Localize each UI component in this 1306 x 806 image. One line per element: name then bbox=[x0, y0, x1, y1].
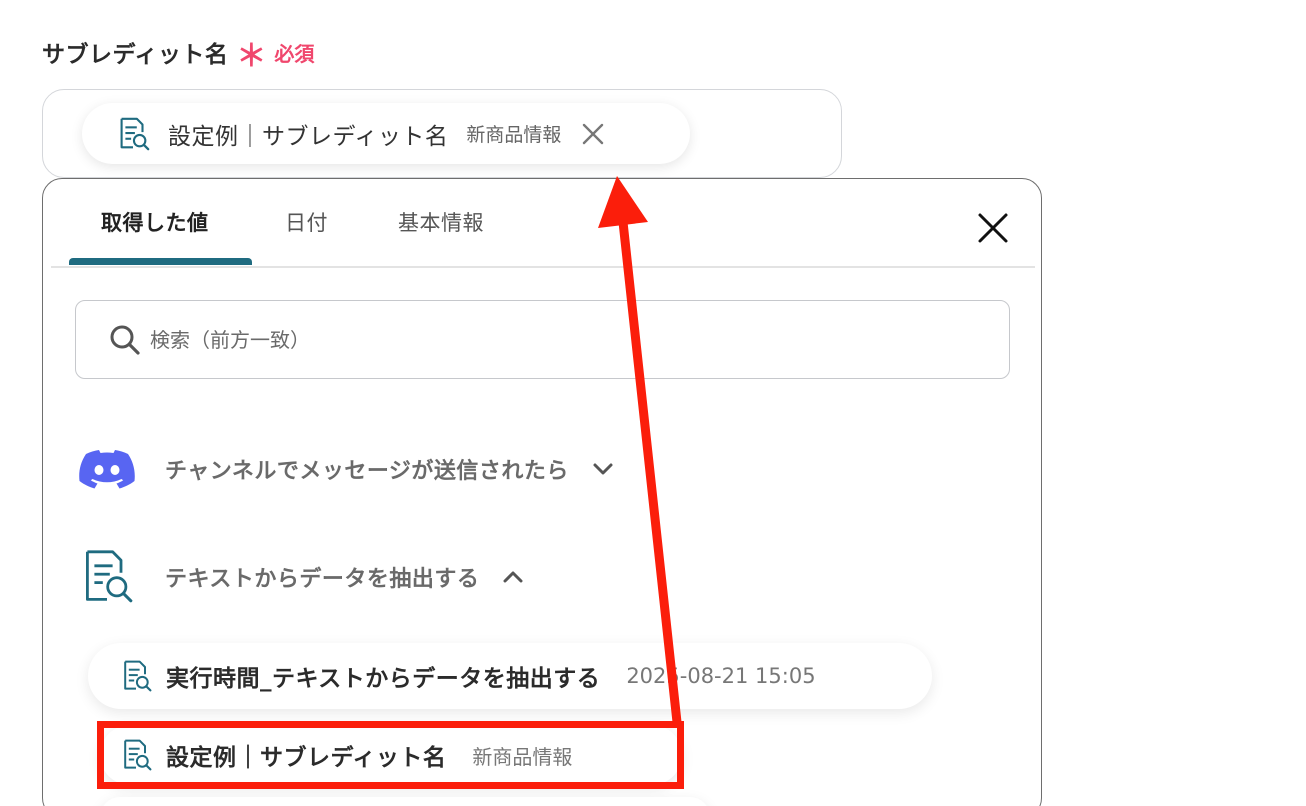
chevron-up-icon bbox=[503, 571, 523, 583]
group-title: テキストからデータを抽出する bbox=[165, 567, 480, 592]
search-field[interactable] bbox=[75, 300, 1010, 379]
document-search-icon bbox=[86, 550, 133, 603]
group-text-extraction-trigger[interactable]: テキストからデータを抽出する bbox=[79, 547, 525, 607]
tab-acquired-values[interactable]: 取得した値 bbox=[101, 207, 209, 237]
active-tab-indicator bbox=[69, 258, 252, 265]
tab-bar: 取得した値 日付 基本情報 bbox=[51, 179, 1035, 268]
tab-basic-info[interactable]: 基本情報 bbox=[398, 207, 484, 237]
value-picker-panel: 取得した値 日付 基本情報 チャンネルでメッセージが送信されたら bbox=[42, 178, 1042, 806]
item-name: 実行時間_テキストからデータを抽出する bbox=[166, 666, 601, 692]
value-item-partial[interactable] bbox=[100, 797, 710, 806]
close-icon[interactable] bbox=[974, 209, 1012, 247]
group-discord-trigger[interactable]: チャンネルでメッセージが送信されたら bbox=[79, 447, 615, 491]
document-search-icon bbox=[120, 117, 150, 150]
chip-label: 設定例｜サブレディット名 bbox=[168, 123, 449, 150]
field-label: サブレディット名 ＊ 必須 bbox=[42, 34, 315, 74]
value-item-execution-time[interactable]: 実行時間_テキストからデータを抽出する 2025-08-21 15:05 bbox=[88, 643, 932, 709]
annotation-highlight-box bbox=[97, 721, 684, 789]
tab-date[interactable]: 日付 bbox=[285, 207, 328, 237]
group-title: チャンネルでメッセージが送信されたら bbox=[165, 459, 569, 484]
chip-value: 新商品情報 bbox=[466, 124, 562, 146]
search-icon bbox=[110, 325, 140, 355]
selected-value-chip[interactable]: 設定例｜サブレディット名 新商品情報 bbox=[82, 103, 690, 164]
search-input[interactable] bbox=[150, 327, 970, 352]
close-icon bbox=[583, 123, 604, 144]
item-value: 2025-08-21 15:05 bbox=[626, 664, 816, 688]
document-search-icon bbox=[124, 660, 152, 692]
chevron-down-icon bbox=[593, 463, 613, 475]
remove-chip-button[interactable] bbox=[579, 120, 607, 148]
required-text: 必須 bbox=[274, 41, 315, 66]
required-mark: ＊ bbox=[236, 39, 267, 74]
discord-icon bbox=[79, 450, 135, 489]
field-title: サブレディット名 bbox=[42, 42, 229, 68]
